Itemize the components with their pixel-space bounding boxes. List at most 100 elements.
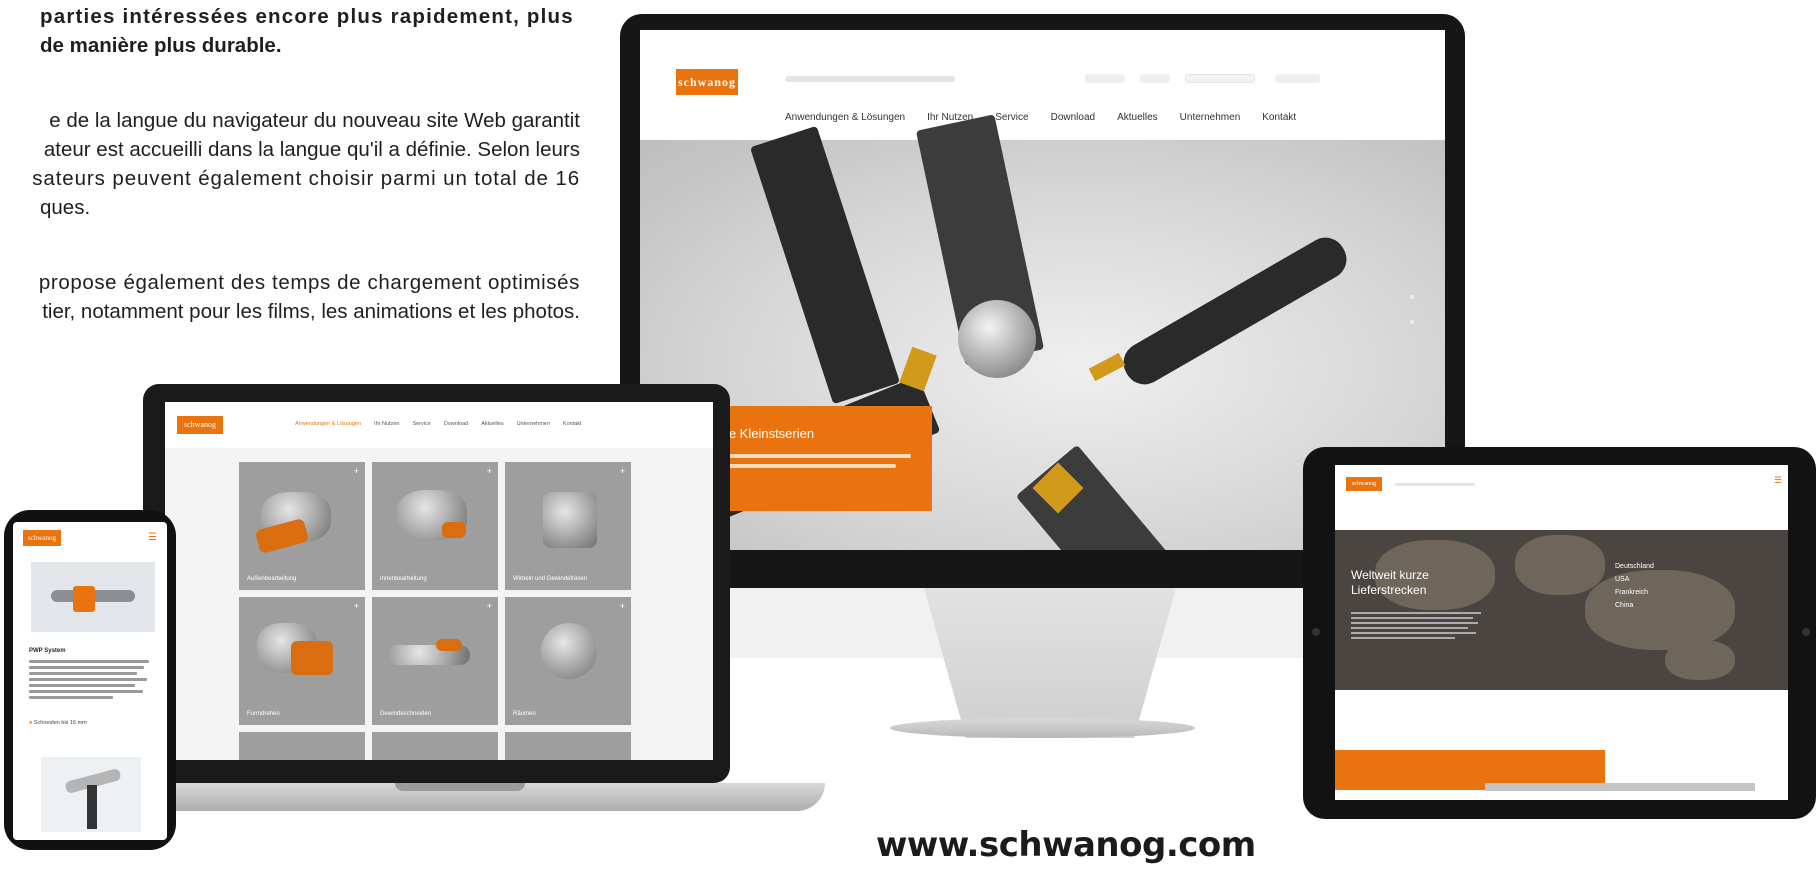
card-label: Innenbearbeitung — [380, 576, 427, 582]
nav-item[interactable]: Download — [1051, 112, 1095, 123]
cutting-insert — [1088, 352, 1126, 382]
cutting-insert — [899, 346, 937, 392]
nav-item[interactable]: Service — [995, 112, 1028, 123]
product-image — [41, 757, 141, 832]
tablet-screen: schwanog ☰ Weltweit kurze Lieferstrecken… — [1335, 465, 1788, 800]
map-continent — [1515, 535, 1605, 595]
product-bullet: ● Schneiden bis 16 mm — [29, 720, 87, 726]
paragraph-line: sateurs peuvent également choisir parmi … — [32, 167, 580, 190]
application-card[interactable]: + Formdrehen — [239, 597, 365, 725]
laptop-notch — [395, 783, 525, 791]
plus-icon[interactable]: + — [620, 601, 625, 611]
product-description — [29, 660, 149, 702]
site-tagline — [1395, 483, 1475, 486]
nav-item[interactable]: Aktuelles — [481, 421, 503, 427]
website-url[interactable]: www.schwanog.com — [876, 825, 1256, 865]
paragraph-line: propose également des temps de chargemen… — [38, 271, 580, 294]
nav-item[interactable]: Anwendungen & Lösungen — [785, 112, 905, 123]
paragraph-line: tier, notamment pour les films, les anim… — [42, 300, 580, 323]
paragraph-line: e de la langue du navigateur du nouveau … — [49, 109, 580, 132]
schwanog-logo[interactable]: schwanog — [23, 530, 61, 546]
nav-item[interactable]: Kontakt — [1262, 112, 1296, 123]
lead-line-1: parties intéressées encore plus rapideme… — [40, 5, 574, 28]
card-label: Gewindeschneiden — [380, 711, 432, 717]
country-link[interactable]: China — [1615, 599, 1654, 612]
laptop-navigation: Anwendungen & Lösungen Ihr Nutzen Servic… — [295, 421, 582, 427]
schwanog-logo[interactable]: schwanog — [1346, 477, 1382, 491]
nav-item[interactable]: Kontakt — [563, 421, 582, 427]
schwanog-logo[interactable]: schwanog — [177, 416, 223, 434]
application-card[interactable]: + Wirbeln und Gewindefräsen — [505, 462, 631, 590]
application-card[interactable] — [239, 732, 365, 760]
hamburger-menu-icon[interactable]: ☰ — [148, 532, 157, 543]
application-card[interactable]: + Gewindeschneiden — [372, 597, 498, 725]
card-label: Wirbeln und Gewindefräsen — [513, 576, 588, 582]
product-image — [31, 562, 155, 632]
application-card[interactable]: + Innenbearbeitung — [372, 462, 498, 590]
nav-item[interactable]: Aktuelles — [1117, 112, 1158, 123]
country-link[interactable]: USA — [1615, 573, 1654, 586]
slider-dot[interactable] — [1410, 320, 1414, 324]
nav-item[interactable]: Anwendungen & Lösungen — [295, 421, 361, 427]
card-label: Formdrehen — [247, 711, 280, 717]
product-title: PWP System — [29, 648, 66, 654]
nav-item[interactable]: Service — [412, 421, 430, 427]
country-list: Deutschland USA Frankreich China — [1615, 560, 1654, 612]
tablet-description — [1351, 612, 1481, 642]
tool-part-image — [442, 522, 466, 538]
main-navigation: Anwendungen & Lösungen Ihr Nutzen Servic… — [785, 112, 1296, 123]
tool-holder — [749, 125, 901, 405]
application-card[interactable]: + Außenbearbeitung — [239, 462, 365, 590]
nav-item[interactable]: Unternehmen — [517, 421, 550, 427]
tablet-grey-panel — [1485, 783, 1755, 791]
laptop-screen: schwanog Anwendungen & Lösungen Ihr Nutz… — [165, 402, 713, 760]
country-link[interactable]: Deutschland — [1615, 560, 1654, 573]
plus-icon[interactable]: + — [487, 466, 492, 476]
tool-part-image — [541, 623, 597, 679]
paragraph-line: ques. — [40, 196, 91, 219]
nav-item[interactable]: Download — [444, 421, 468, 427]
search-input[interactable] — [1275, 74, 1320, 83]
country-link[interactable]: Frankreich — [1615, 586, 1654, 599]
bullet-icon: ● — [29, 720, 33, 726]
lead-paragraph: parties intéressées encore plus rapideme… — [0, 2, 580, 60]
application-card[interactable] — [372, 732, 498, 760]
application-grid: + Außenbearbeitung + Innenbearbeitung + … — [165, 448, 713, 760]
plus-icon[interactable]: + — [354, 601, 359, 611]
plus-icon[interactable]: + — [487, 601, 492, 611]
card-label: Räumen — [513, 711, 536, 717]
bullet-text: Schneiden bis 16 mm — [33, 720, 87, 726]
hamburger-menu-icon[interactable]: ☰ — [1774, 475, 1782, 486]
tool-part-image — [436, 639, 462, 651]
utility-link[interactable] — [1085, 74, 1125, 83]
boring-bar — [1116, 230, 1354, 392]
plus-icon[interactable]: + — [620, 466, 625, 476]
nav-item[interactable]: Unternehmen — [1180, 112, 1241, 123]
map-continent — [1665, 640, 1735, 680]
monitor-stand — [924, 588, 1176, 738]
monitor-base — [890, 718, 1195, 738]
tool-part-image — [543, 492, 597, 548]
site-tagline — [785, 76, 955, 82]
loading-paragraph: propose également des temps de chargemen… — [0, 268, 580, 326]
language-paragraph: e de la langue du navigateur du nouveau … — [0, 106, 580, 222]
schwanog-logo[interactable]: schwanog — [676, 69, 738, 95]
paragraph-line: ateur est accueilli dans la langue qu'il… — [43, 138, 580, 161]
utility-link[interactable] — [1140, 74, 1170, 83]
phone-screen: schwanog ☰ PWP System ● Schneiden bis 16… — [13, 522, 167, 840]
map-continent — [1585, 570, 1735, 650]
application-card[interactable]: + Räumen — [505, 597, 631, 725]
slider-dot[interactable] — [1410, 295, 1414, 299]
site-header: schwanog Anwendungen & Lösungen Ihr Nutz… — [640, 30, 1445, 140]
tablet-headline: Weltweit kurze Lieferstrecken — [1351, 568, 1429, 597]
workpiece-hub — [958, 300, 1036, 378]
nav-item[interactable]: Ihr Nutzen — [374, 421, 399, 427]
application-card[interactable] — [505, 732, 631, 760]
tablet-camera — [1312, 628, 1320, 636]
tablet-home-button — [1802, 628, 1810, 636]
world-map: Weltweit kurze Lieferstrecken Deutschlan… — [1335, 530, 1788, 690]
plus-icon[interactable]: + — [354, 466, 359, 476]
lead-line-2: de manière plus durable. — [40, 34, 282, 57]
tool-part-image — [291, 641, 333, 675]
language-select[interactable] — [1185, 74, 1255, 83]
